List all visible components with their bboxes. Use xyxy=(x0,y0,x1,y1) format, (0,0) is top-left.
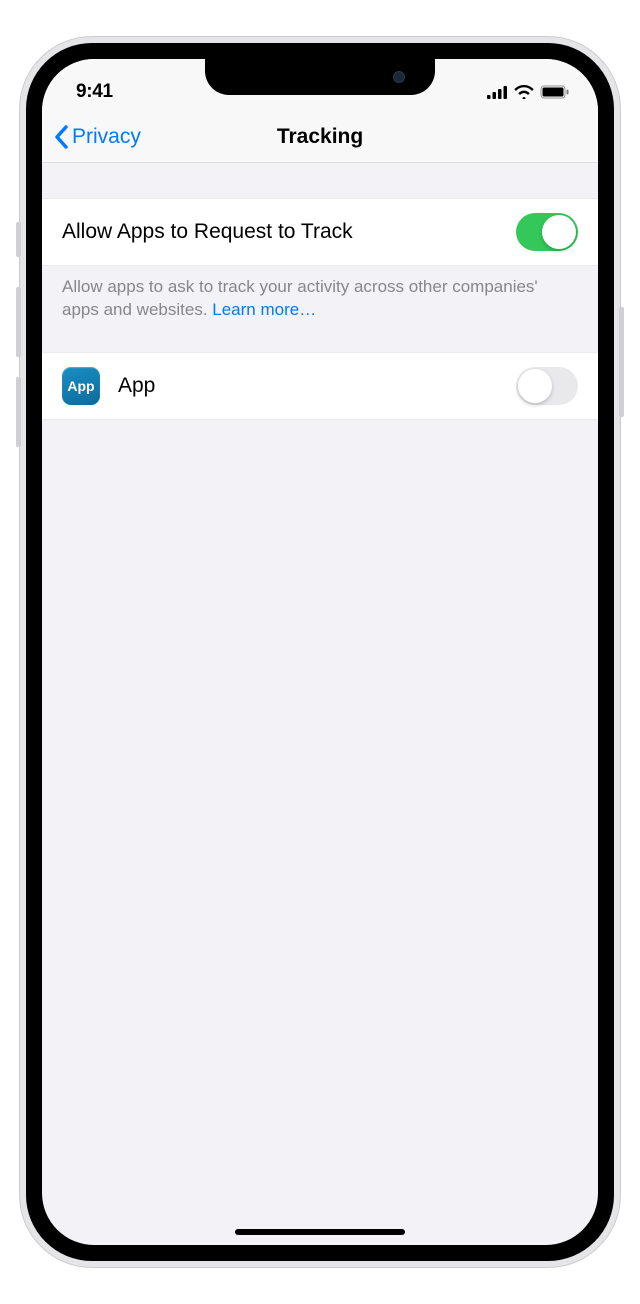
screen: 9:41 xyxy=(42,59,598,1245)
phone-bezel: 9:41 xyxy=(26,43,614,1261)
volume-down-button xyxy=(16,377,21,447)
status-icons xyxy=(487,85,570,99)
volume-up-button xyxy=(16,287,21,357)
allow-tracking-label: Allow Apps to Request to Track xyxy=(62,220,516,244)
toggle-knob xyxy=(518,369,552,403)
navigation-bar: Privacy Tracking xyxy=(42,111,598,163)
app-tracking-toggle[interactable] xyxy=(516,367,578,405)
power-button xyxy=(619,307,624,417)
wifi-icon xyxy=(514,85,534,99)
learn-more-link[interactable]: Learn more… xyxy=(212,300,316,319)
front-camera xyxy=(393,71,405,83)
phone-frame: 9:41 xyxy=(20,37,620,1267)
app-row: App App xyxy=(42,352,598,420)
app-icon: App xyxy=(62,367,100,405)
notch xyxy=(205,59,435,95)
cellular-icon xyxy=(487,86,508,99)
content-area: Allow Apps to Request to Track Allow app… xyxy=(42,163,598,420)
battery-icon xyxy=(540,85,570,99)
chevron-left-icon xyxy=(54,125,68,149)
section-footer: Allow apps to ask to track your activity… xyxy=(42,266,598,352)
allow-tracking-toggle[interactable] xyxy=(516,213,578,251)
back-label: Privacy xyxy=(72,125,141,149)
silent-switch xyxy=(16,222,21,257)
toggle-knob xyxy=(542,215,576,249)
back-button[interactable]: Privacy xyxy=(54,125,141,149)
page-title: Tracking xyxy=(277,125,363,149)
status-time: 9:41 xyxy=(76,81,113,103)
allow-tracking-row: Allow Apps to Request to Track xyxy=(42,198,598,266)
app-label: App xyxy=(118,374,516,398)
home-indicator[interactable] xyxy=(235,1229,405,1235)
